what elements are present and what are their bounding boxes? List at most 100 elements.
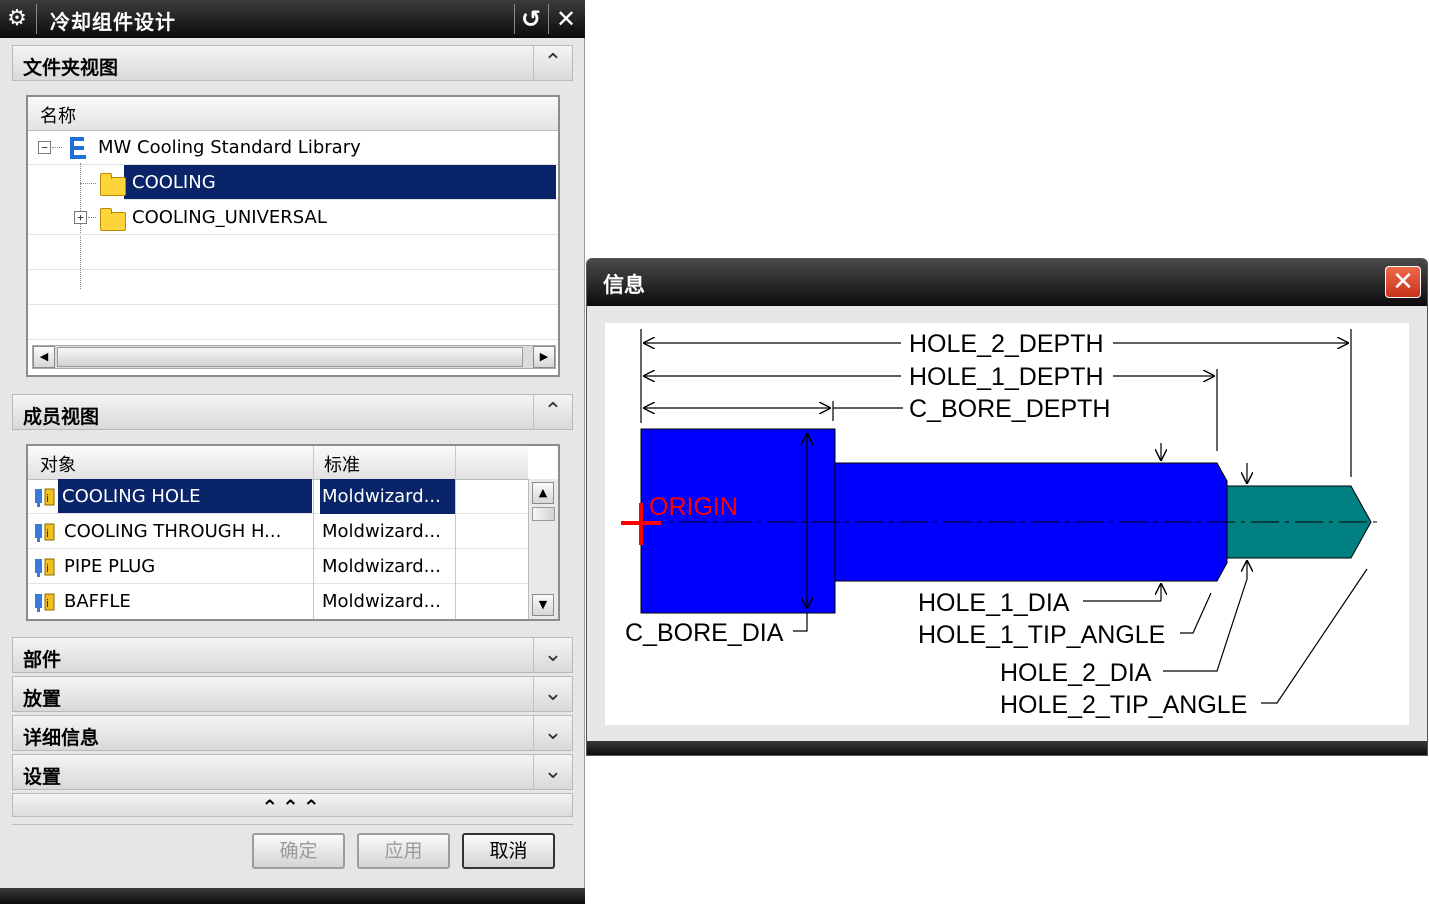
footer-divider bbox=[12, 824, 573, 825]
label-cbore-depth: C_BORE_DEPTH bbox=[909, 395, 1110, 423]
titlebar-separator bbox=[36, 4, 37, 34]
collapse-toggle-icon[interactable]: − bbox=[38, 141, 51, 154]
svg-text:i: i bbox=[46, 597, 49, 610]
component-icon: i bbox=[35, 488, 55, 507]
cbore-dia-leader bbox=[793, 613, 808, 632]
chevron-up-icon[interactable]: ⌃ bbox=[533, 46, 572, 80]
close-icon[interactable]: ✕ bbox=[551, 4, 581, 34]
table-row[interactable]: i PIPE PLUG Moldwizard... bbox=[28, 549, 528, 584]
hole2-dia-leader bbox=[1163, 578, 1248, 672]
chevron-down-icon[interactable]: ⌄ bbox=[533, 755, 572, 789]
row-object: COOLING HOLE bbox=[62, 486, 201, 507]
chevron-down-icon[interactable]: ⌄ bbox=[533, 677, 572, 711]
apply-button[interactable]: 应用 bbox=[357, 833, 450, 869]
tree-row-cooling-universal[interactable]: + COOLING_UNIVERSAL bbox=[28, 200, 558, 235]
scroll-thumb[interactable] bbox=[57, 347, 523, 367]
info-bottom-bar bbox=[587, 741, 1427, 755]
column-divider bbox=[313, 514, 314, 549]
hole1-tip-angle-leader bbox=[1180, 592, 1212, 634]
section-details[interactable]: 详细信息 ⌄ bbox=[12, 715, 573, 751]
row-object: COOLING THROUGH H... bbox=[64, 521, 282, 542]
column-name-label: 名称 bbox=[40, 106, 76, 127]
column-divider bbox=[455, 479, 456, 514]
titlebar-separator bbox=[514, 4, 515, 34]
chevron-down-icon[interactable]: ⌄ bbox=[533, 716, 572, 750]
label-hole2-tip-angle: HOLE_2_TIP_ANGLE bbox=[1000, 691, 1247, 719]
table-row[interactable]: i COOLING HOLE Moldwizard... bbox=[28, 479, 528, 514]
dialog-titlebar: ⚙ 冷却组件设计 ↺ ✕ bbox=[0, 0, 585, 38]
vertical-scrollbar[interactable]: ▲ ▼ bbox=[528, 479, 558, 619]
tree-connector bbox=[52, 147, 62, 148]
label-hole1-dia: HOLE_1_DIA bbox=[918, 589, 1070, 617]
tree-connector bbox=[80, 183, 96, 184]
folder-icon bbox=[100, 173, 126, 196]
cancel-button[interactable]: 取消 bbox=[462, 833, 555, 869]
scroll-thumb[interactable] bbox=[532, 507, 555, 521]
row-standard: Moldwizard... bbox=[320, 479, 456, 514]
label-origin: ORIGIN bbox=[649, 493, 738, 521]
scroll-down-icon[interactable]: ▼ bbox=[532, 594, 554, 616]
row-standard: Moldwizard... bbox=[322, 591, 441, 612]
chevron-up-icon[interactable]: ⌃ bbox=[533, 395, 572, 429]
table-row[interactable]: i COOLING THROUGH H... Moldwizard... bbox=[28, 514, 528, 549]
chevron-down-icon[interactable]: ⌄ bbox=[533, 638, 572, 672]
column-divider bbox=[313, 549, 314, 584]
section-label: 放置 bbox=[23, 688, 62, 710]
table-row[interactable]: i BAFFLE Moldwizard... bbox=[28, 584, 528, 619]
info-titlebar: 信息 ✕ bbox=[587, 259, 1427, 306]
tree-row-empty bbox=[28, 235, 558, 270]
tree-row-cooling[interactable]: COOLING bbox=[124, 165, 556, 200]
scroll-left-icon[interactable]: ◀ bbox=[33, 346, 55, 368]
ok-button[interactable]: 确定 bbox=[252, 833, 345, 869]
component-icon: i bbox=[35, 558, 55, 577]
component-icon: i bbox=[35, 523, 55, 542]
column-divider bbox=[455, 446, 456, 479]
section-parts[interactable]: 部件 ⌄ bbox=[12, 637, 573, 673]
table-header: 对象 标准 bbox=[28, 446, 528, 480]
section-placement[interactable]: 放置 ⌄ bbox=[12, 676, 573, 712]
row-standard: Moldwizard... bbox=[322, 521, 441, 542]
svg-text:i: i bbox=[46, 562, 49, 575]
svg-text:i: i bbox=[46, 492, 49, 505]
tree-row-empty bbox=[28, 270, 558, 305]
gear-icon[interactable]: ⚙ bbox=[4, 6, 30, 32]
tree-label: COOLING bbox=[132, 172, 216, 193]
chevrons-up-icon: ⌃⌃⌃ bbox=[261, 795, 324, 819]
section-settings[interactable]: 设置 ⌄ bbox=[12, 754, 573, 790]
label-hole1-depth: HOLE_1_DEPTH bbox=[909, 363, 1104, 391]
counterbore-shape bbox=[640, 428, 836, 614]
tree-row-library[interactable]: − MW Cooling Standard Library bbox=[28, 130, 558, 165]
scroll-up-icon[interactable]: ▲ bbox=[532, 482, 554, 504]
folder-tree: 名称 − MW Cooling Standard Library COOLING… bbox=[26, 95, 560, 377]
horizontal-scrollbar[interactable]: ◀ ▶ bbox=[32, 345, 556, 369]
section-label: 文件夹视图 bbox=[23, 57, 119, 79]
column-divider bbox=[455, 584, 456, 619]
column-divider bbox=[455, 549, 456, 584]
info-window: 信息 ✕ HOLE_2_DEPTH HOLE_1_DEPTH C_BORE_DE… bbox=[586, 258, 1428, 756]
more-options-toggle[interactable]: ⌃⌃⌃ bbox=[12, 793, 573, 819]
dialog-title: 冷却组件设计 bbox=[50, 10, 176, 34]
scroll-right-icon[interactable]: ▶ bbox=[533, 346, 555, 368]
close-icon[interactable]: ✕ bbox=[1385, 266, 1421, 298]
library-icon bbox=[70, 137, 86, 159]
tree-column-header: 名称 bbox=[28, 97, 558, 131]
reset-icon[interactable]: ↺ bbox=[516, 4, 546, 34]
row-object: PIPE PLUG bbox=[64, 556, 156, 577]
section-label: 部件 bbox=[23, 649, 62, 671]
cooling-component-dialog: ⚙ 冷却组件设计 ↺ ✕ 文件夹视图 ⌃ 名称 − MW Cooling Sta… bbox=[0, 0, 585, 904]
folder-icon bbox=[100, 208, 126, 231]
column-object-header[interactable]: 对象 bbox=[40, 451, 76, 477]
tree-connector bbox=[88, 217, 96, 218]
row-standard: Moldwizard... bbox=[322, 556, 441, 577]
section-folder-view[interactable]: 文件夹视图 ⌃ bbox=[12, 45, 573, 81]
column-standard-header[interactable]: 标准 bbox=[324, 451, 360, 477]
section-member-view[interactable]: 成员视图 ⌃ bbox=[12, 394, 573, 430]
label-hole2-depth: HOLE_2_DEPTH bbox=[909, 330, 1104, 358]
label-cbore-dia: C_BORE_DIA bbox=[625, 619, 784, 647]
expand-toggle-icon[interactable]: + bbox=[74, 211, 87, 224]
column-divider bbox=[455, 514, 456, 549]
column-divider bbox=[313, 479, 314, 514]
section-label: 成员视图 bbox=[23, 406, 100, 428]
svg-text:i: i bbox=[46, 527, 49, 540]
diagram-svg: HOLE_2_DEPTH HOLE_1_DEPTH C_BORE_DEPTH O… bbox=[621, 329, 1377, 719]
